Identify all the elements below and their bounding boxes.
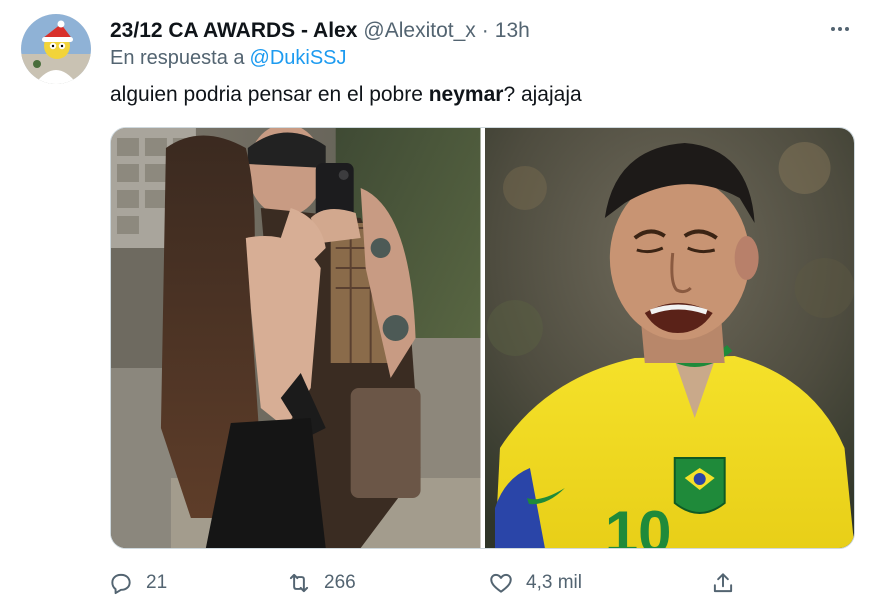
retweet-icon (289, 573, 309, 593)
tweet-text-before: alguien podria pensar en el pobre (110, 83, 429, 106)
user-handle[interactable]: @Alexitot_x (363, 19, 475, 43)
photo-crying-player[interactable]: 10 (484, 128, 854, 548)
reply-prefix: En respuesta a (110, 47, 245, 69)
tweet-actions: 21 266 4,3 mil (108, 563, 748, 603)
share-icon (713, 573, 733, 593)
timestamp[interactable]: 13h (495, 19, 530, 43)
reply-mention-link[interactable]: @DukiSSJ (250, 47, 347, 69)
tweet-text: alguien podria pensar en el pobre neymar… (110, 83, 582, 107)
couple-selfie-image (111, 128, 481, 548)
avatar-image (21, 14, 91, 84)
retweet-count: 266 (324, 572, 356, 593)
media-grid: 10 (110, 127, 855, 549)
tweet-text-after: ? ajajaja (503, 83, 582, 106)
more-options-icon (831, 27, 849, 31)
tweet-text-bold: neymar (428, 83, 504, 106)
separator-dot: · (481, 19, 489, 42)
crying-player-image: 10 (484, 128, 854, 548)
share-button[interactable] (710, 563, 736, 603)
like-button[interactable]: 4,3 mil (488, 563, 582, 603)
avatar[interactable] (21, 14, 91, 84)
photo-couple-selfie[interactable] (111, 128, 481, 548)
tweet-card: 23/12 CA AWARDS - Alex @Alexitot_x · 13h… (0, 0, 879, 615)
like-icon (490, 573, 512, 593)
reply-context: En respuesta a @DukiSSJ (110, 47, 347, 70)
more-options-button[interactable] (825, 14, 855, 44)
tweet-header: 23/12 CA AWARDS - Alex @Alexitot_x · 13h (110, 14, 859, 48)
reply-count: 21 (146, 572, 168, 593)
retweet-button[interactable]: 266 (286, 563, 356, 603)
display-name[interactable]: 23/12 CA AWARDS - Alex (110, 19, 357, 43)
jersey-number: 10 (604, 499, 671, 548)
like-count: 4,3 mil (526, 572, 582, 593)
reply-icon (111, 573, 131, 595)
reply-button[interactable]: 21 (108, 563, 167, 603)
